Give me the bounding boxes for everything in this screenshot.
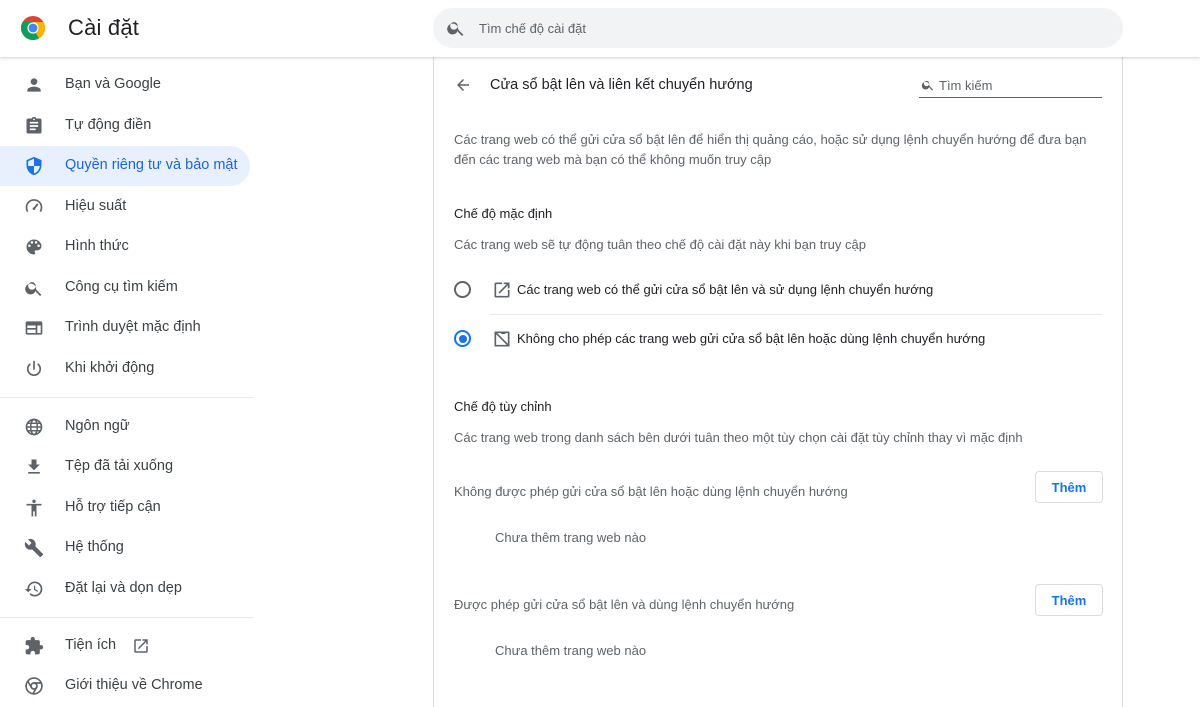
blocked-list-empty: Chưa thêm trang web nào: [495, 530, 647, 545]
shield-icon: [26, 156, 42, 176]
puzzle-icon: [25, 636, 44, 655]
open-in-new-icon: [494, 282, 510, 298]
sidebar-item-label: Giới thiệu về Chrome: [65, 677, 203, 693]
default-section-description: Các trang web sẽ tự động tuân theo chế đ…: [454, 237, 866, 252]
default-section-title: Chế độ mặc định: [454, 206, 553, 221]
page-title: Cửa sổ bật lên và liên kết chuyển hướng: [490, 77, 753, 93]
sidebar-item-you-and-google[interactable]: Bạn và Google: [0, 65, 250, 105]
allowed-list-empty: Chưa thêm trang web nào: [495, 643, 647, 658]
app-title: Cài đặt: [68, 15, 140, 40]
sidebar-item-about-chrome[interactable]: Giới thiệu về Chrome: [0, 666, 250, 706]
sidebar-item-appearance[interactable]: Hình thức: [0, 227, 250, 267]
sidebar-divider: [0, 617, 253, 618]
speedometer-icon: [25, 199, 43, 213]
chrome-logo-icon: [21, 16, 45, 40]
chrome-icon: [25, 677, 43, 695]
sidebar: Bạn và Google Tự động điền Quyền riêng t…: [0, 57, 260, 707]
top-bar: Cài đặt: [0, 0, 1200, 57]
person-icon: [27, 78, 41, 92]
sidebar-item-performance[interactable]: Hiệu suất: [0, 187, 250, 227]
sidebar-item-label: Ngôn ngữ: [65, 418, 130, 434]
sidebar-item-label: Tệp đã tải xuống: [65, 458, 174, 474]
sidebar-item-label: Quyền riêng tư và bảo mật: [65, 157, 238, 173]
sidebar-item-label: Hình thức: [65, 238, 129, 254]
sidebar-item-label: Hiệu suất: [65, 198, 127, 214]
settings-search-input[interactable]: [479, 8, 1079, 48]
radio-allow-popups[interactable]: Các trang web có thể gửi cửa sổ bật lên …: [454, 266, 1102, 314]
radio-button[interactable]: [454, 281, 471, 298]
search-icon: [25, 282, 42, 296]
intro-text: Các trang web có thể gửi cửa sổ bật lên …: [454, 132, 1087, 167]
globe-icon: [25, 418, 43, 436]
search-icon: [921, 80, 934, 91]
download-icon: [28, 459, 40, 474]
sidebar-divider: [0, 397, 253, 398]
blocked-list-label: Không được phép gửi cửa sổ bật lên hoặc …: [454, 484, 848, 499]
radio-label: Không cho phép các trang web gửi cửa sổ …: [517, 331, 986, 346]
sidebar-item-system[interactable]: Hệ thống: [0, 528, 250, 568]
sidebar-item-languages[interactable]: Ngôn ngữ: [0, 407, 250, 447]
subpage-search-input[interactable]: [939, 74, 1099, 96]
custom-section-description: Các trang web trong danh sách bên dưới t…: [454, 430, 1023, 445]
sidebar-item-label: Tự động điền: [65, 117, 152, 133]
settings-card: Cửa sổ bật lên và liên kết chuyển hướng …: [433, 57, 1123, 707]
radio-block-popups[interactable]: Không cho phép các trang web gửi cửa sổ …: [454, 315, 1102, 363]
sidebar-item-privacy-security[interactable]: Quyền riêng tư và bảo mật: [0, 146, 250, 186]
subpage-header: Cửa sổ bật lên và liên kết chuyển hướng: [434, 57, 1122, 113]
sidebar-item-on-startup[interactable]: Khi khởi động: [0, 349, 250, 389]
sidebar-item-label: Tiện ích: [65, 637, 117, 653]
settings-search[interactable]: [433, 8, 1123, 48]
custom-section-title: Chế độ tùy chỉnh: [454, 399, 552, 414]
power-icon: [26, 360, 42, 376]
accessibility-icon: [26, 499, 42, 517]
sidebar-item-downloads[interactable]: Tệp đã tải xuống: [0, 447, 250, 487]
radio-label: Các trang web có thể gửi cửa sổ bật lên …: [517, 282, 934, 297]
open-in-new-icon: [134, 639, 148, 653]
sidebar-item-accessibility[interactable]: Hỗ trợ tiếp cận: [0, 488, 250, 528]
sidebar-item-default-browser[interactable]: Trình duyệt mặc định: [0, 308, 250, 348]
palette-icon: [26, 239, 42, 255]
back-arrow-icon[interactable]: [454, 76, 472, 94]
wrench-icon: [24, 538, 44, 558]
search-icon: [447, 22, 464, 36]
sidebar-item-label: Hỗ trợ tiếp cận: [65, 499, 161, 515]
sidebar-item-label: Đặt lại và dọn dẹp: [65, 580, 182, 596]
sidebar-item-label: Công cụ tìm kiếm: [65, 279, 178, 295]
sidebar-item-label: Hệ thống: [65, 539, 124, 555]
add-blocked-site-button[interactable]: Thêm: [1035, 471, 1103, 503]
clipboard-icon: [26, 116, 42, 134]
sidebar-item-autofill[interactable]: Tự động điền: [0, 106, 250, 146]
sidebar-item-extensions[interactable]: Tiện ích: [0, 626, 250, 666]
sidebar-item-reset-cleanup[interactable]: Đặt lại và dọn dẹp: [0, 569, 250, 609]
restore-icon: [24, 581, 43, 597]
subpage-search[interactable]: [919, 74, 1102, 98]
radio-button-checked[interactable]: [454, 330, 471, 347]
sidebar-item-search-engine[interactable]: Công cụ tìm kiếm: [0, 268, 250, 308]
allowed-list-label: Được phép gửi cửa sổ bật lên và dùng lện…: [454, 597, 795, 612]
browser-window-icon: [25, 321, 43, 335]
sidebar-item-label: Trình duyệt mặc định: [65, 319, 201, 335]
add-allowed-site-button[interactable]: Thêm: [1035, 584, 1103, 616]
popup-blocked-icon: [494, 331, 510, 347]
sidebar-item-label: Bạn và Google: [65, 76, 161, 92]
sidebar-item-label: Khi khởi động: [65, 360, 155, 376]
